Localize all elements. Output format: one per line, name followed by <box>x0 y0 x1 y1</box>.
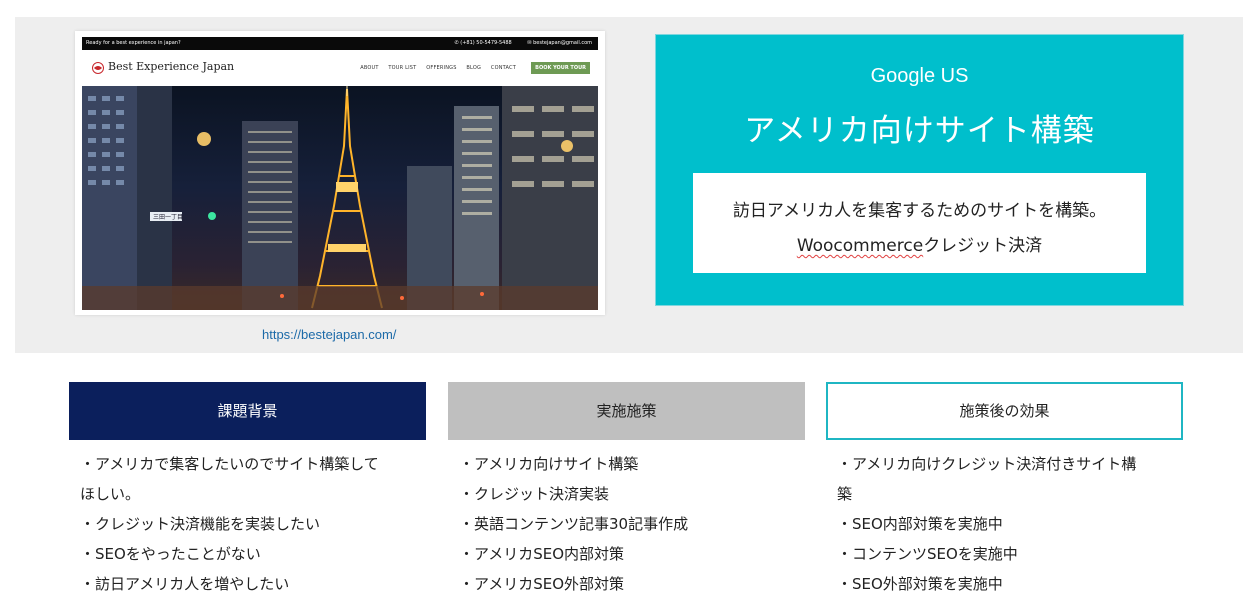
project-card: Google US アメリカ向けサイト構築 訪日アメリカ人を集客するためのサイト… <box>655 34 1184 306</box>
list-item: ・クレジット決済実装 <box>459 485 610 503</box>
project-description-line2: Woocommerceクレジット決済 <box>693 231 1146 256</box>
preview-menu-about: ABOUT <box>360 65 379 71</box>
list-item: ・SEOをやったことがない <box>80 545 261 563</box>
list-item: ・アメリカ向けクレジット決済付きサイト構 <box>837 455 1137 473</box>
list-item: ・訪日アメリカ人を増やしたい <box>80 575 290 593</box>
project-title: アメリカ向けサイト構築 <box>744 113 1095 149</box>
preview-menu: ABOUT TOUR LIST OFFERINGS BLOG CONTACT <box>352 65 516 71</box>
heading-measures: 実施施策 <box>448 382 805 440</box>
list-item: ・SEO内部対策を実施中 <box>837 515 1003 533</box>
project-subtitle: Google US <box>870 65 969 87</box>
preview-menu-blog: BLOG <box>466 65 482 71</box>
heading-effects: 施策後の効果 <box>826 382 1183 440</box>
preview-menu-tour-list: TOUR LIST <box>388 65 417 71</box>
preview-topbar: Ready for a best experience in japan? ✆ … <box>82 37 598 50</box>
preview-email: ✉ bestejapan@gmail.com <box>527 40 592 46</box>
list-item: ・アメリカSEO外部対策 <box>459 575 625 593</box>
list-item: ・コンテンツSEOを実施中 <box>837 545 1018 563</box>
tokyo-tower-night-image: 三田一丁目 <box>82 86 598 310</box>
list-item: ・アメリカ向けサイト構築 <box>459 455 639 473</box>
list-item: ・クレジット決済機能を実装したい <box>80 515 321 533</box>
list-measures: ・アメリカ向けサイト構築 ・クレジット決済実装 ・英語コンテンツ記事30記事作成… <box>459 449 804 599</box>
preview-topbar-tagline: Ready for a best experience in japan? <box>86 40 181 46</box>
list-item: ・アメリカSEO内部対策 <box>459 545 625 563</box>
preview-navbar: Best Experience Japan ABOUT TOUR LIST OF… <box>82 50 598 86</box>
preview-menu-contact: CONTACT <box>490 65 516 71</box>
preview-phone: ✆ (+81) 50-5479-5488 <box>454 40 512 46</box>
project-description-line1: 訪日アメリカ人を集客するためのサイトを構築。 <box>732 201 1107 221</box>
list-effects: ・アメリカ向けクレジット決済付きサイト構 築 ・SEO内部対策を実施中 ・コンテ… <box>837 449 1182 599</box>
preview-hero-image: 三田一丁目 <box>82 86 598 310</box>
preview-logo-text: Best Experience Japan <box>108 60 235 73</box>
website-url-link[interactable]: https://bestejapan.com/ <box>262 327 396 342</box>
list-item: ・英語コンテンツ記事30記事作成 <box>459 515 689 533</box>
list-item: ほしい。 <box>80 485 141 503</box>
preview-menu-offerings: OFFERINGS <box>426 65 457 71</box>
preview-book-button: BOOK YOUR TOUR <box>531 62 590 74</box>
credit-payment-text: クレジット決済 <box>923 236 1043 256</box>
list-background-issues: ・アメリカで集客したいのでサイト構築して ほしい。 ・クレジット決済機能を実装し… <box>80 449 425 599</box>
woocommerce-text: Woocommerce <box>796 236 924 256</box>
list-item: ・SEO外部対策を実施中 <box>837 575 1003 593</box>
website-screenshot: Ready for a best experience in japan? ✆ … <box>75 31 605 315</box>
logo-icon <box>92 62 104 74</box>
list-item: ・アメリカで集客したいのでサイト構築して <box>80 455 379 473</box>
heading-background-issues: 課題背景 <box>69 382 426 440</box>
street-sign: 三田一丁目 <box>153 214 183 221</box>
project-description-box: 訪日アメリカ人を集客するためのサイトを構築。 Woocommerceクレジット決… <box>693 173 1146 273</box>
list-item: 築 <box>837 485 853 503</box>
